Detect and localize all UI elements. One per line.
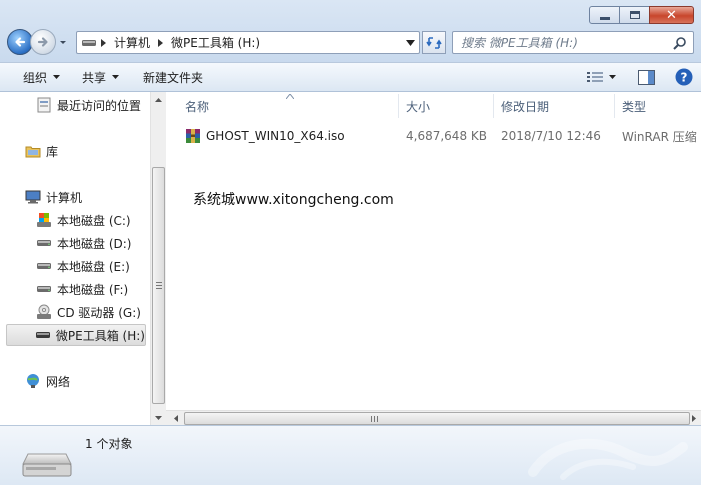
breadcrumb-current-drive[interactable]: 微PE工具箱 (H:): [171, 34, 260, 51]
forward-arrow-icon: [37, 37, 48, 47]
recent-pages-dropdown-icon[interactable]: [58, 37, 68, 47]
corner-watermark-logo: [528, 438, 688, 480]
file-size: 4,687,648 KB: [406, 129, 487, 143]
details-pane: 1 个对象: [0, 425, 701, 485]
minimize-icon: [599, 16, 610, 20]
scroll-grip: [156, 282, 162, 291]
maximize-button[interactable]: [619, 6, 650, 24]
column-header-type[interactable]: 类型: [615, 92, 701, 120]
file-list-pane: 名称 大小 修改日期 类型 GHOST_WIN10_X64.iso 4,687,…: [166, 92, 701, 410]
navigation-scrollbar-thumb[interactable]: [152, 167, 165, 404]
breadcrumb: 计算机 微PE工具箱 (H:): [97, 34, 264, 51]
column-headers: 名称 大小 修改日期 类型: [166, 92, 701, 120]
preview-pane-icon: [638, 69, 655, 85]
horizontal-scrollbar-thumb[interactable]: [184, 412, 690, 425]
navigation-pane-scrollbar[interactable]: [150, 92, 166, 425]
help-icon: ?: [675, 68, 693, 86]
maximize-icon: [629, 11, 640, 19]
chevron-down-icon: [53, 75, 61, 79]
selection-count: 1 个对象: [85, 437, 133, 451]
window-controls: ✕: [589, 6, 694, 24]
cd-drive-icon: [35, 304, 53, 320]
file-date-modified: 2018/7/10 12:46: [501, 129, 601, 143]
nav-item-recent-places[interactable]: 最近访问的位置: [35, 94, 150, 116]
drive-icon: [82, 39, 96, 46]
search-box: [452, 31, 694, 54]
network-icon: [24, 373, 42, 389]
watermark-text: 系统城www.xitongcheng.com: [193, 192, 394, 208]
file-list-horizontal-scrollbar[interactable]: [166, 410, 701, 425]
column-header-name[interactable]: 名称: [178, 92, 398, 120]
chevron-down-icon: [112, 75, 120, 79]
nav-item-drive-e[interactable]: 本地磁盘 (E:): [35, 255, 150, 277]
new-folder-label: 新建文件夹: [143, 70, 204, 85]
nav-item-drive-c[interactable]: 本地磁盘 (C:): [35, 209, 150, 231]
nav-item-drive-f[interactable]: 本地磁盘 (F:): [35, 278, 150, 300]
organize-label: 组织: [23, 70, 48, 85]
drive-icon: [35, 258, 53, 274]
nav-item-library[interactable]: 库: [24, 140, 150, 162]
help-button[interactable]: ?: [675, 68, 693, 86]
share-label: 共享: [82, 70, 107, 85]
chevron-right-icon[interactable]: [154, 38, 167, 47]
new-folder-button[interactable]: 新建文件夹: [135, 63, 211, 91]
nav-item-drive-d[interactable]: 本地磁盘 (D:): [35, 232, 150, 254]
svg-text:?: ?: [681, 71, 688, 85]
breadcrumb-computer[interactable]: 计算机: [114, 34, 150, 51]
forward-button[interactable]: [30, 29, 56, 55]
navigation-pane: 最近访问的位置 库 计算机 本地磁盘 (C:) 本地磁盘 (D:) 本地磁盘 (…: [0, 92, 150, 425]
scroll-grip: [371, 416, 380, 422]
drive-icon: [35, 235, 53, 251]
chevron-down-icon[interactable]: [609, 75, 616, 79]
scroll-right-arrow-icon[interactable]: [686, 411, 701, 426]
nav-item-drive-h[interactable]: 微PE工具箱 (H:): [6, 324, 146, 346]
toolbar-right: ?: [573, 63, 693, 91]
nav-item-computer[interactable]: 计算机: [24, 186, 150, 208]
drive-icon: [35, 327, 52, 343]
scroll-left-arrow-icon[interactable]: [168, 411, 183, 426]
computer-icon: [24, 189, 42, 205]
refresh-button[interactable]: [422, 31, 446, 54]
nav-item-network[interactable]: 网络: [24, 370, 150, 392]
back-arrow-icon: [15, 37, 26, 47]
share-menu-button[interactable]: 共享: [74, 63, 127, 91]
file-type: WinRAR 压缩: [622, 129, 697, 144]
window-chrome: ✕ 计算机 微PE工具箱 (H:): [0, 0, 701, 62]
recent-places-icon: [35, 97, 53, 113]
nav-item-cd-drive[interactable]: CD 驱动器 (G:): [35, 301, 150, 323]
close-button[interactable]: ✕: [649, 6, 694, 24]
navigation-buttons: [7, 29, 68, 55]
drive-icon: [35, 281, 53, 297]
column-header-date-modified[interactable]: 修改日期: [494, 92, 614, 120]
refresh-icon: [426, 36, 442, 49]
command-bar: 组织 共享 新建文件夹 ?: [0, 62, 701, 92]
column-header-size[interactable]: 大小: [399, 92, 493, 120]
minimize-button[interactable]: [589, 6, 620, 24]
scroll-down-arrow-icon[interactable]: [151, 410, 166, 425]
change-view-button[interactable]: [587, 71, 616, 83]
organize-menu-button[interactable]: 组织: [15, 63, 68, 91]
close-icon: ✕: [666, 7, 677, 23]
drive-large-icon: [22, 453, 72, 477]
scroll-up-arrow-icon[interactable]: [151, 92, 166, 107]
system-drive-icon: [35, 212, 53, 228]
chevron-right-icon[interactable]: [97, 38, 110, 47]
view-details-icon: [587, 72, 603, 82]
address-dropdown-icon[interactable]: [406, 39, 415, 47]
search-input[interactable]: [461, 35, 671, 50]
preview-pane-button[interactable]: [638, 69, 655, 85]
file-row[interactable]: GHOST_WIN10_X64.iso 4,687,648 KB 2018/7/…: [180, 125, 701, 147]
library-icon: [24, 143, 42, 159]
address-bar[interactable]: 计算机 微PE工具箱 (H:): [76, 31, 420, 54]
search-icon[interactable]: [673, 36, 687, 50]
